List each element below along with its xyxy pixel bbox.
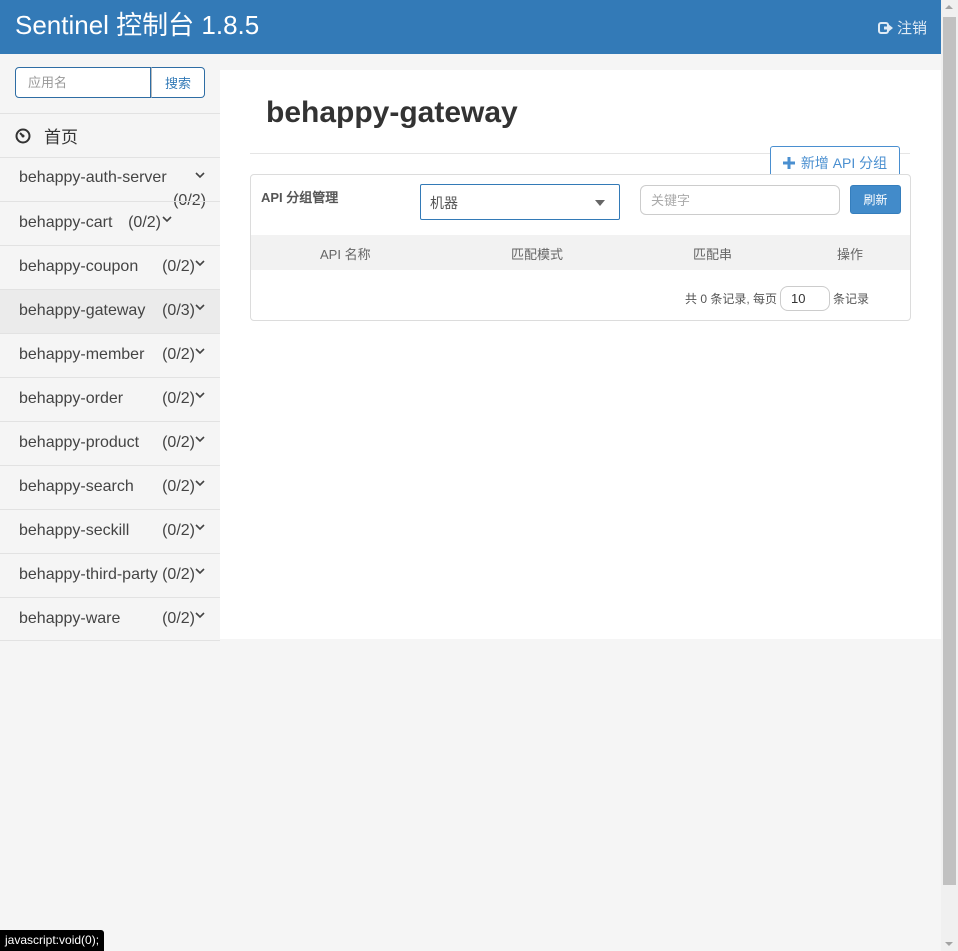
sidebar-item-behappy-ware[interactable]: behappy-ware (0/2) [0, 597, 220, 641]
app-machine-count: (0/2) [162, 346, 195, 363]
logout-label: 注销 [896, 20, 927, 37]
sidebar-item-behappy-search[interactable]: behappy-search (0/2) [0, 465, 220, 509]
sidebar-item-behappy-third-party[interactable]: behappy-third-party (0/2) [0, 553, 220, 597]
records-suffix: 条记录 [833, 292, 870, 306]
column-header-match-mode: 匹配模式 [511, 247, 564, 262]
column-header-actions: 操作 [837, 247, 864, 262]
logout-link[interactable]: 注销 [877, 17, 927, 38]
app-machine-count: (0/2) [162, 434, 195, 451]
app-name: behappy-order [19, 390, 124, 407]
app-machine-count: (0/3) [162, 302, 195, 319]
app-machine-count: (0/2) [162, 390, 195, 407]
app-name: behappy-third-party [19, 566, 158, 583]
app-title[interactable]: Sentinel 控制台 1.8.5 [15, 9, 259, 41]
app-name: behappy-ware [19, 610, 121, 627]
panel-title: API 分组管理 [261, 190, 339, 205]
machine-select[interactable]: 机器 [420, 184, 620, 220]
add-api-group-label: 新增 API 分组 [800, 155, 888, 171]
chevron-down-icon [195, 524, 205, 531]
dashboard-icon [15, 128, 31, 143]
sidebar-item-behappy-member[interactable]: behappy-member (0/2) [0, 333, 220, 377]
app-search-input[interactable] [15, 67, 151, 98]
app-machine-count: (0/2) [162, 258, 195, 275]
record-count-text: 共 0 条记录, 每页 [685, 292, 778, 306]
chevron-down-icon [195, 260, 205, 267]
chevron-down-icon [195, 568, 205, 575]
pagination: 共 0 条记录, 每页 条记录 [685, 286, 869, 311]
keyword-search-input[interactable] [640, 185, 840, 215]
column-header-match-string: 匹配串 [693, 247, 733, 262]
api-group-panel: API 分组管理 机器 刷新 API 名称 匹配模式 匹配串 操作 共 0 条记… [250, 174, 911, 321]
page-title: behappy-gateway [266, 96, 518, 129]
chevron-down-icon [195, 612, 205, 619]
vertical-scrollbar[interactable] [941, 0, 958, 951]
app-list: behappy-auth-server (0/2) behappy-cart (… [0, 157, 220, 641]
scroll-down-arrow-icon[interactable] [945, 942, 953, 946]
app-search-button[interactable]: 搜索 [151, 67, 205, 98]
machine-select-value: 机器 [430, 195, 458, 211]
sidebar-item-behappy-product[interactable]: behappy-product (0/2) [0, 421, 220, 465]
sidebar-item-behappy-seckill[interactable]: behappy-seckill (0/2) [0, 509, 220, 553]
app-name: behappy-gateway [19, 302, 146, 319]
app-machine-count: (0/2) [162, 478, 195, 495]
sidebar-item-home[interactable]: 首页 [0, 113, 220, 157]
sidebar: 搜索 首页 behappy-auth-server (0/2) behappy-… [0, 54, 220, 641]
chevron-down-icon [195, 480, 205, 487]
chevron-down-icon [162, 216, 172, 223]
chevron-down-icon [195, 304, 205, 311]
app-search: 搜索 [15, 67, 205, 98]
plus-icon [782, 157, 795, 169]
app-name: behappy-product [19, 434, 140, 451]
app-machine-count: (0/2) [162, 566, 195, 583]
sidebar-item-behappy-order[interactable]: behappy-order (0/2) [0, 377, 220, 421]
table-header: API 名称 匹配模式 匹配串 操作 [251, 235, 910, 270]
column-header-api-name: API 名称 [320, 247, 371, 262]
app-name: behappy-member [19, 346, 145, 363]
sidebar-item-behappy-auth-server[interactable]: behappy-auth-server (0/2) [0, 157, 220, 209]
sidebar-item-label: 首页 [44, 128, 78, 147]
scroll-up-arrow-icon[interactable] [945, 5, 953, 9]
app-name: behappy-search [19, 478, 134, 495]
sidebar-item-behappy-coupon[interactable]: behappy-coupon (0/2) [0, 245, 220, 289]
sign-out-icon [877, 21, 893, 34]
app-machine-count: (0/2) [162, 522, 195, 539]
sidebar-item-behappy-cart[interactable]: behappy-cart (0/2) [0, 201, 220, 245]
app-name: behappy-auth-server [19, 169, 167, 186]
main-content: behappy-gateway 新增 API 分组 API 分组管理 机器 刷新… [220, 70, 941, 639]
app-name: behappy-cart [19, 214, 113, 231]
refresh-button[interactable]: 刷新 [850, 185, 901, 214]
app-name: behappy-coupon [19, 258, 139, 275]
chevron-down-icon [195, 348, 205, 355]
app-machine-count: (0/2) [162, 610, 195, 627]
browser-status-bar: javascript:void(0); [0, 930, 105, 951]
app-name: behappy-seckill [19, 522, 130, 539]
caret-down-icon [595, 200, 605, 206]
chevron-down-icon [195, 436, 205, 443]
chevron-down-icon [195, 392, 205, 399]
scroll-thumb[interactable] [943, 17, 956, 885]
top-navbar: Sentinel 控制台 1.8.5 注销 [0, 0, 941, 54]
chevron-down-icon [195, 172, 205, 179]
sidebar-item-behappy-gateway[interactable]: behappy-gateway (0/3) [0, 289, 220, 333]
page-size-input[interactable] [780, 286, 831, 311]
app-machine-count: (0/2) [128, 214, 161, 231]
